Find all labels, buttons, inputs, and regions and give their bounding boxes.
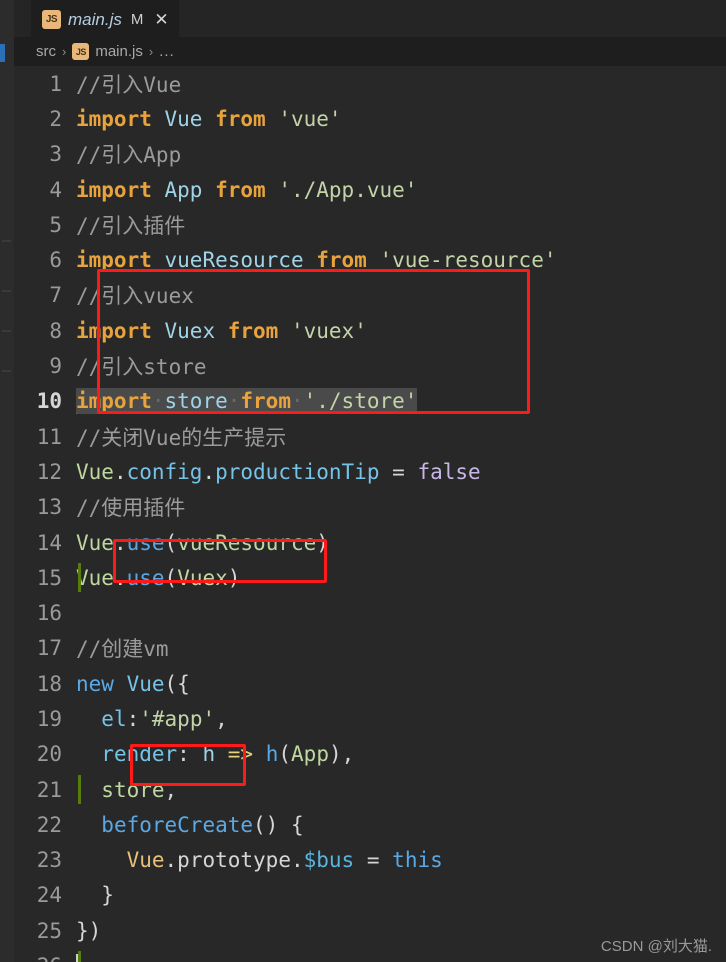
line-number: 18 [36, 671, 62, 696]
code-text: Vue.config.productionTip = false [76, 459, 481, 484]
code-text: import·store·from·'./store' [76, 387, 418, 415]
code-line[interactable]: 15 Vue.use(Vuex) [14, 560, 726, 595]
code-line[interactable]: 3 //引入App [14, 137, 726, 172]
breadcrumb-item-file[interactable]: main.js [95, 43, 143, 60]
line-number: 23 [36, 848, 62, 873]
code-text: import vueResource from 'vue-resource' [76, 248, 557, 273]
line-number: 21 [36, 777, 62, 802]
line-number: 14 [36, 530, 62, 555]
code-line[interactable]: 1 //引入Vue [14, 66, 726, 101]
code-line[interactable]: 24 } [14, 878, 726, 913]
code-lines-container: 1//引入Vue 2 import Vue from 'vue' 3//引入App 4 i… [14, 66, 726, 962]
selection-highlight: import·store·from·'./store' [76, 387, 418, 414]
chevron-right-icon: › [62, 44, 67, 59]
breadcrumb-more[interactable]: ... [159, 43, 175, 60]
close-icon[interactable]: ✕ [154, 11, 168, 28]
line-number: 1 [49, 71, 62, 96]
vscode-window: JS main.js M ✕ src › JS main.js › ... 1 /… [0, 0, 726, 962]
code-editor[interactable]: 1//引入Vue 2 import Vue from 'vue' 3//引入App 4 i… [14, 66, 726, 962]
code-line[interactable]: 18 new Vue({ [14, 666, 726, 701]
line-number: 9 [49, 354, 62, 379]
code-line[interactable]: 16 [14, 595, 726, 630]
code-line[interactable]: 2 import Vue from 'vue' [14, 101, 726, 136]
line-number: 3 [49, 142, 62, 167]
code-line[interactable]: 13 //使用插件 [14, 490, 726, 525]
js-file-icon: JS [42, 10, 61, 29]
code-text: //关闭Vue的生产提示 [76, 425, 287, 450]
code-text: new Vue({ [76, 671, 190, 696]
breadcrumb-item-src[interactable]: src [36, 43, 56, 60]
code-line[interactable]: 8 import Vuex from 'vuex' [14, 313, 726, 348]
code-text: store, [101, 777, 178, 802]
code-line[interactable]: 17 //创建vm [14, 631, 726, 666]
line-number: 6 [49, 248, 62, 273]
code-text: }) [76, 918, 102, 943]
git-modified-gutter-marker [78, 951, 81, 962]
line-number: 22 [36, 812, 62, 837]
line-number: 10 [36, 389, 62, 414]
code-line[interactable]: 11 //关闭Vue的生产提示 [14, 419, 726, 454]
line-number: 7 [49, 283, 62, 308]
code-text: //引入插件 [76, 213, 186, 238]
code-line[interactable]: 4 import App from './App.vue' [14, 172, 726, 207]
activity-bar-active-indicator [0, 44, 5, 62]
line-number: 12 [36, 459, 62, 484]
tab-main-js[interactable]: JS main.js M ✕ [31, 0, 179, 38]
breadcrumb: src › JS main.js › ... [14, 37, 726, 66]
code-line[interactable]: 21 store, [14, 772, 726, 807]
code-line[interactable]: 23 Vue.prototype.$bus = this [14, 843, 726, 878]
code-text: //引入Vue [76, 72, 182, 97]
line-number: 25 [36, 918, 62, 943]
code-text: import App from './App.vue' [76, 177, 418, 202]
code-text: import Vuex from 'vuex' [76, 318, 367, 343]
line-number: 16 [36, 601, 62, 626]
code-text: } [76, 883, 114, 908]
tab-label: main.js [68, 9, 122, 29]
line-number: 15 [36, 565, 62, 590]
line-number: 26 [14, 954, 76, 962]
code-text: render: h => h(App), [101, 742, 355, 767]
code-line[interactable]: 12 Vue.config.productionTip = false [14, 454, 726, 489]
code-text: //创建vm [76, 637, 169, 662]
code-line[interactable]: 6 import vueResource from 'vue-resource' [14, 242, 726, 277]
js-file-icon: JS [72, 43, 90, 60]
code-text: el:'#app', [101, 706, 228, 731]
chevron-right-icon-2: › [148, 44, 154, 59]
line-number: 20 [36, 742, 62, 767]
code-text: Vue.prototype.$bus = this [126, 848, 443, 873]
code-text: import Vue from 'vue' [76, 106, 342, 131]
line-number: 13 [36, 495, 62, 520]
tab-dirty-indicator: M [130, 11, 144, 28]
git-modified-gutter-marker [78, 774, 81, 804]
code-line[interactable]: 5 //引入插件 [14, 207, 726, 242]
code-line[interactable]: 20 render: h => h(App), [14, 737, 726, 772]
git-modified-gutter-marker [78, 563, 81, 593]
code-text: //引入vuex [76, 284, 194, 309]
line-number: 2 [49, 106, 62, 131]
code-line[interactable]: 14 Vue.use(vueResource) [14, 525, 726, 560]
code-text: beforeCreate() { [101, 812, 304, 837]
code-text: //使用插件 [76, 496, 186, 521]
line-number: 4 [49, 177, 62, 202]
code-text: Vue.use(vueResource) [76, 530, 329, 555]
line-number: 11 [36, 424, 62, 449]
activity-bar-strip [0, 0, 14, 962]
watermark: CSDN @刘大猫. [600, 938, 712, 955]
code-line[interactable]: 10 import·store·from·'./store' [14, 384, 726, 419]
editor-tab-bar: JS main.js M ✕ [14, 0, 726, 38]
line-number: 17 [36, 636, 62, 661]
line-number: 24 [36, 883, 62, 908]
code-line[interactable]: 9 //引入store [14, 348, 726, 383]
code-text: Vue.use(Vuex) [76, 565, 241, 590]
code-line[interactable]: 7 //引入vuex [14, 278, 726, 313]
line-number: 8 [49, 318, 62, 343]
line-number: 5 [49, 212, 62, 237]
code-line[interactable]: 22 beforeCreate() { [14, 807, 726, 842]
line-number: 19 [36, 706, 62, 731]
code-line[interactable]: 19 el:'#app', [14, 701, 726, 736]
code-text: //引入App [76, 143, 182, 168]
code-text: //引入store [76, 355, 207, 380]
